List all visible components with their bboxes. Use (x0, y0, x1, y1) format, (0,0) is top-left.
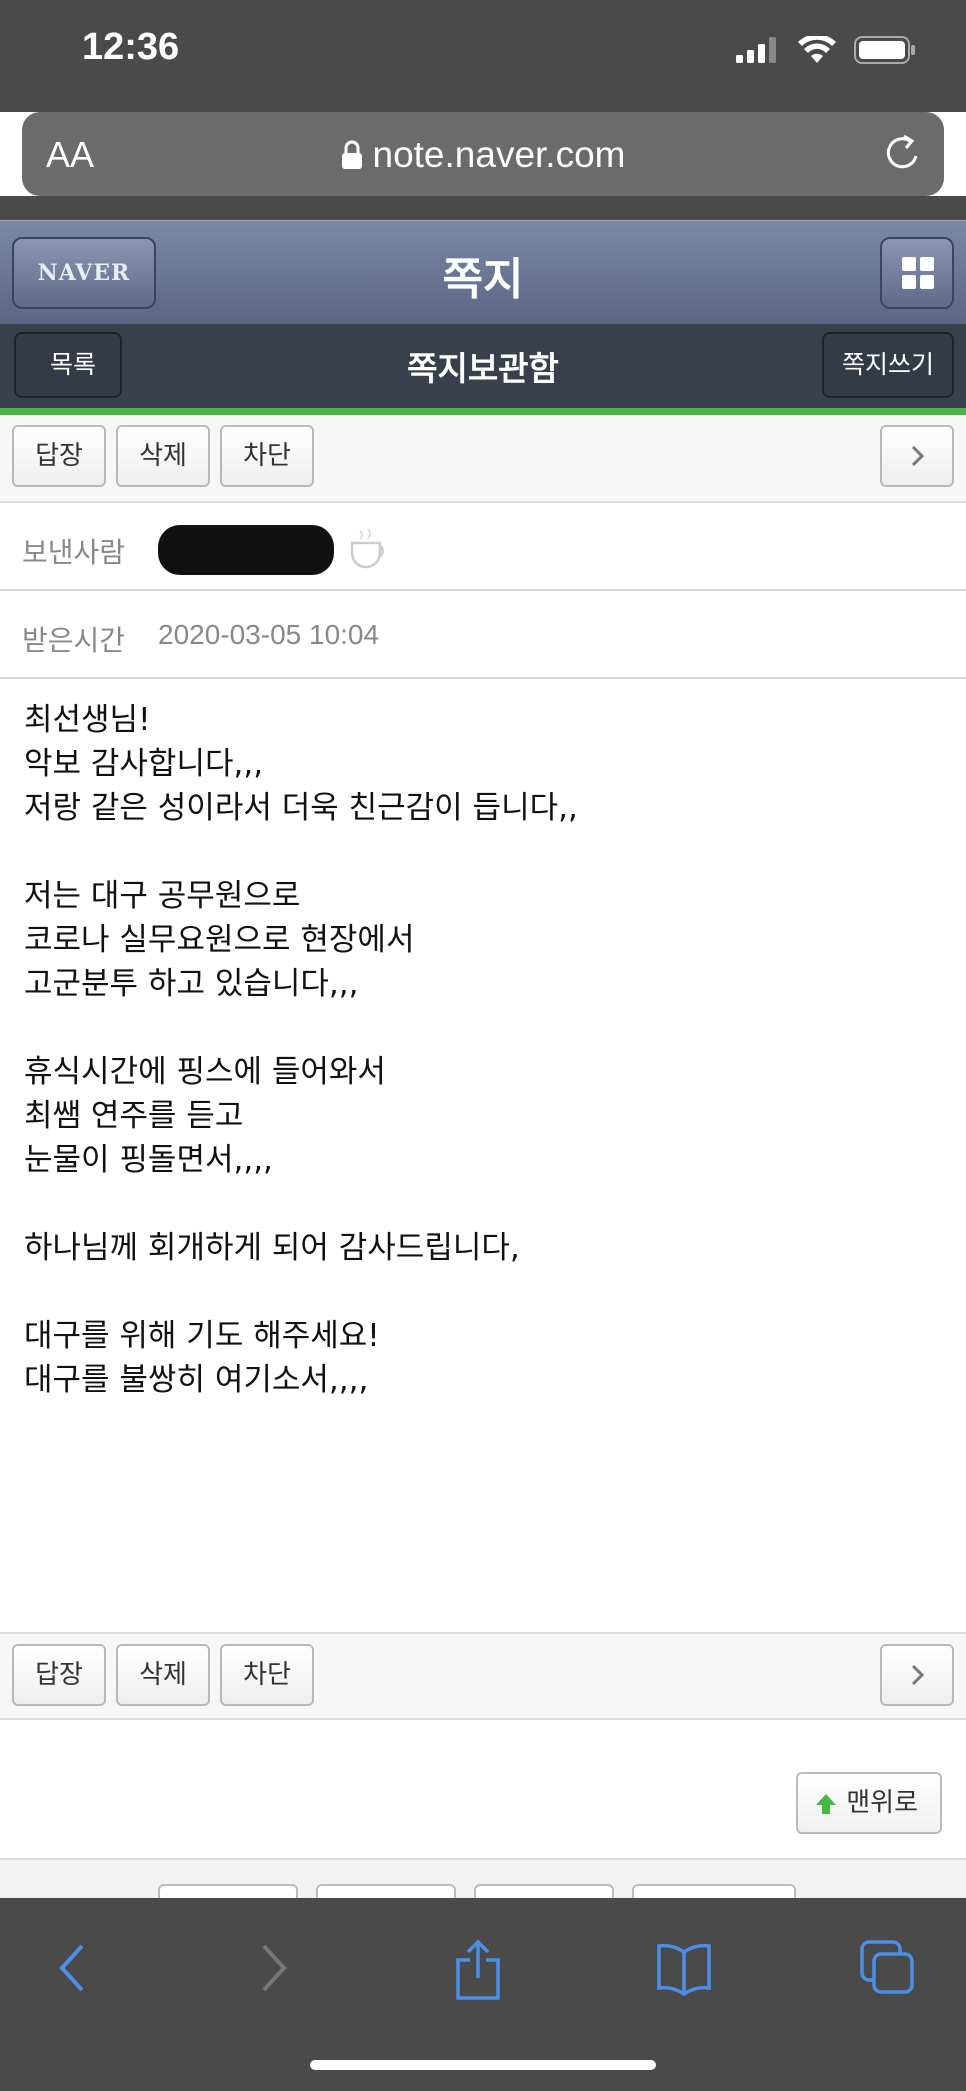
footer-link[interactable] (316, 1884, 456, 1898)
address-bar[interactable]: AA note.naver.com (22, 112, 944, 196)
redacted-sender (158, 525, 334, 575)
message-line: 코로나 실무요원으로 현장에서 (24, 922, 415, 958)
wifi-icon (798, 36, 836, 63)
message-line: 휴식시간에 핑스에 들어와서 (24, 1054, 386, 1090)
back-arrow-icon[interactable] (52, 1938, 92, 1998)
sender-row: 보낸사람 (0, 503, 966, 591)
tabs-icon[interactable] (858, 1938, 916, 1998)
footer-link[interactable] (158, 1884, 298, 1898)
browser-chrome-gap (0, 196, 966, 220)
app-header: NAVER 쪽지 (0, 220, 966, 324)
lock-icon (341, 140, 362, 169)
message-line: 하나님께 회개하게 되어 감사드립니다, (24, 1230, 520, 1266)
footer-link[interactable] (474, 1884, 614, 1898)
delete-button-bottom[interactable]: 삭제 (116, 1644, 210, 1706)
received-time-row: 받은시간 2020-03-05 10:04 (0, 591, 966, 679)
message-line: 대구를 불쌍히 여기소서,,,, (24, 1362, 369, 1398)
back-to-top-button[interactable]: 맨위로 (796, 1772, 942, 1834)
home-indicator (310, 2060, 656, 2070)
footer-link[interactable] (632, 1884, 796, 1898)
url-text[interactable]: note.naver.com (22, 134, 944, 176)
received-label: 받은시간 (22, 624, 126, 657)
up-arrow-icon (816, 1794, 836, 1814)
app-title: 쪽지 (442, 254, 524, 305)
message-body: 최선생님! 악보 감사합니다,,, 저랑 같은 성이라서 더욱 친근감이 듭니다… (24, 698, 944, 1402)
menu-grid-button[interactable] (880, 237, 954, 309)
top-action-bar: 답장 삭제 차단 (0, 415, 966, 503)
message-line: 최쌤 연주를 듣고 (24, 1098, 244, 1134)
cup-icon[interactable] (346, 525, 396, 571)
message-line: 최선생님! (24, 702, 151, 738)
forward-arrow-icon[interactable] (254, 1938, 294, 1998)
message-line: 저는 대구 공무원으로 (24, 878, 301, 914)
next-message-button[interactable] (880, 425, 954, 487)
status-icons (736, 36, 916, 64)
reply-button[interactable]: 답장 (12, 425, 106, 487)
accent-divider (0, 408, 966, 415)
reply-button-bottom[interactable]: 답장 (12, 1644, 106, 1706)
status-time: 12:36 (82, 26, 180, 68)
block-button-bottom[interactable]: 차단 (220, 1644, 314, 1706)
message-line: 대구를 위해 기도 해주세요! (24, 1318, 380, 1354)
write-note-button[interactable]: 쪽지쓰기 (822, 332, 954, 398)
message-line: 눈물이 핑돌면서,,,, (24, 1142, 273, 1178)
battery-icon (854, 36, 915, 64)
browser-toolbar (0, 1898, 966, 2091)
share-icon[interactable] (452, 1938, 504, 2002)
received-time: 2020-03-05 10:04 (158, 619, 380, 650)
bottom-action-bar: 답장 삭제 차단 (0, 1632, 966, 1720)
reload-icon[interactable] (882, 132, 924, 174)
message-line: 고군분투 하고 있습니다,,, (24, 966, 359, 1002)
signal-icon (736, 37, 776, 63)
next-message-button-bottom[interactable] (880, 1644, 954, 1706)
sub-header: 목록 쪽지보관함 쪽지쓰기 (0, 324, 966, 408)
status-bar: 12:36 (0, 0, 966, 112)
bookmarks-icon[interactable] (656, 1938, 712, 1998)
sender-label: 보낸사람 (22, 536, 126, 569)
message-line: 저랑 같은 성이라서 더욱 친근감이 듭니다,, (24, 790, 578, 826)
delete-button[interactable]: 삭제 (116, 425, 210, 487)
chevron-right-icon (911, 1664, 925, 1686)
message-line: 악보 감사합니다,,, (24, 746, 264, 782)
block-button[interactable]: 차단 (220, 425, 314, 487)
chevron-right-icon (911, 445, 925, 467)
footer-links-strip (0, 1858, 966, 1898)
